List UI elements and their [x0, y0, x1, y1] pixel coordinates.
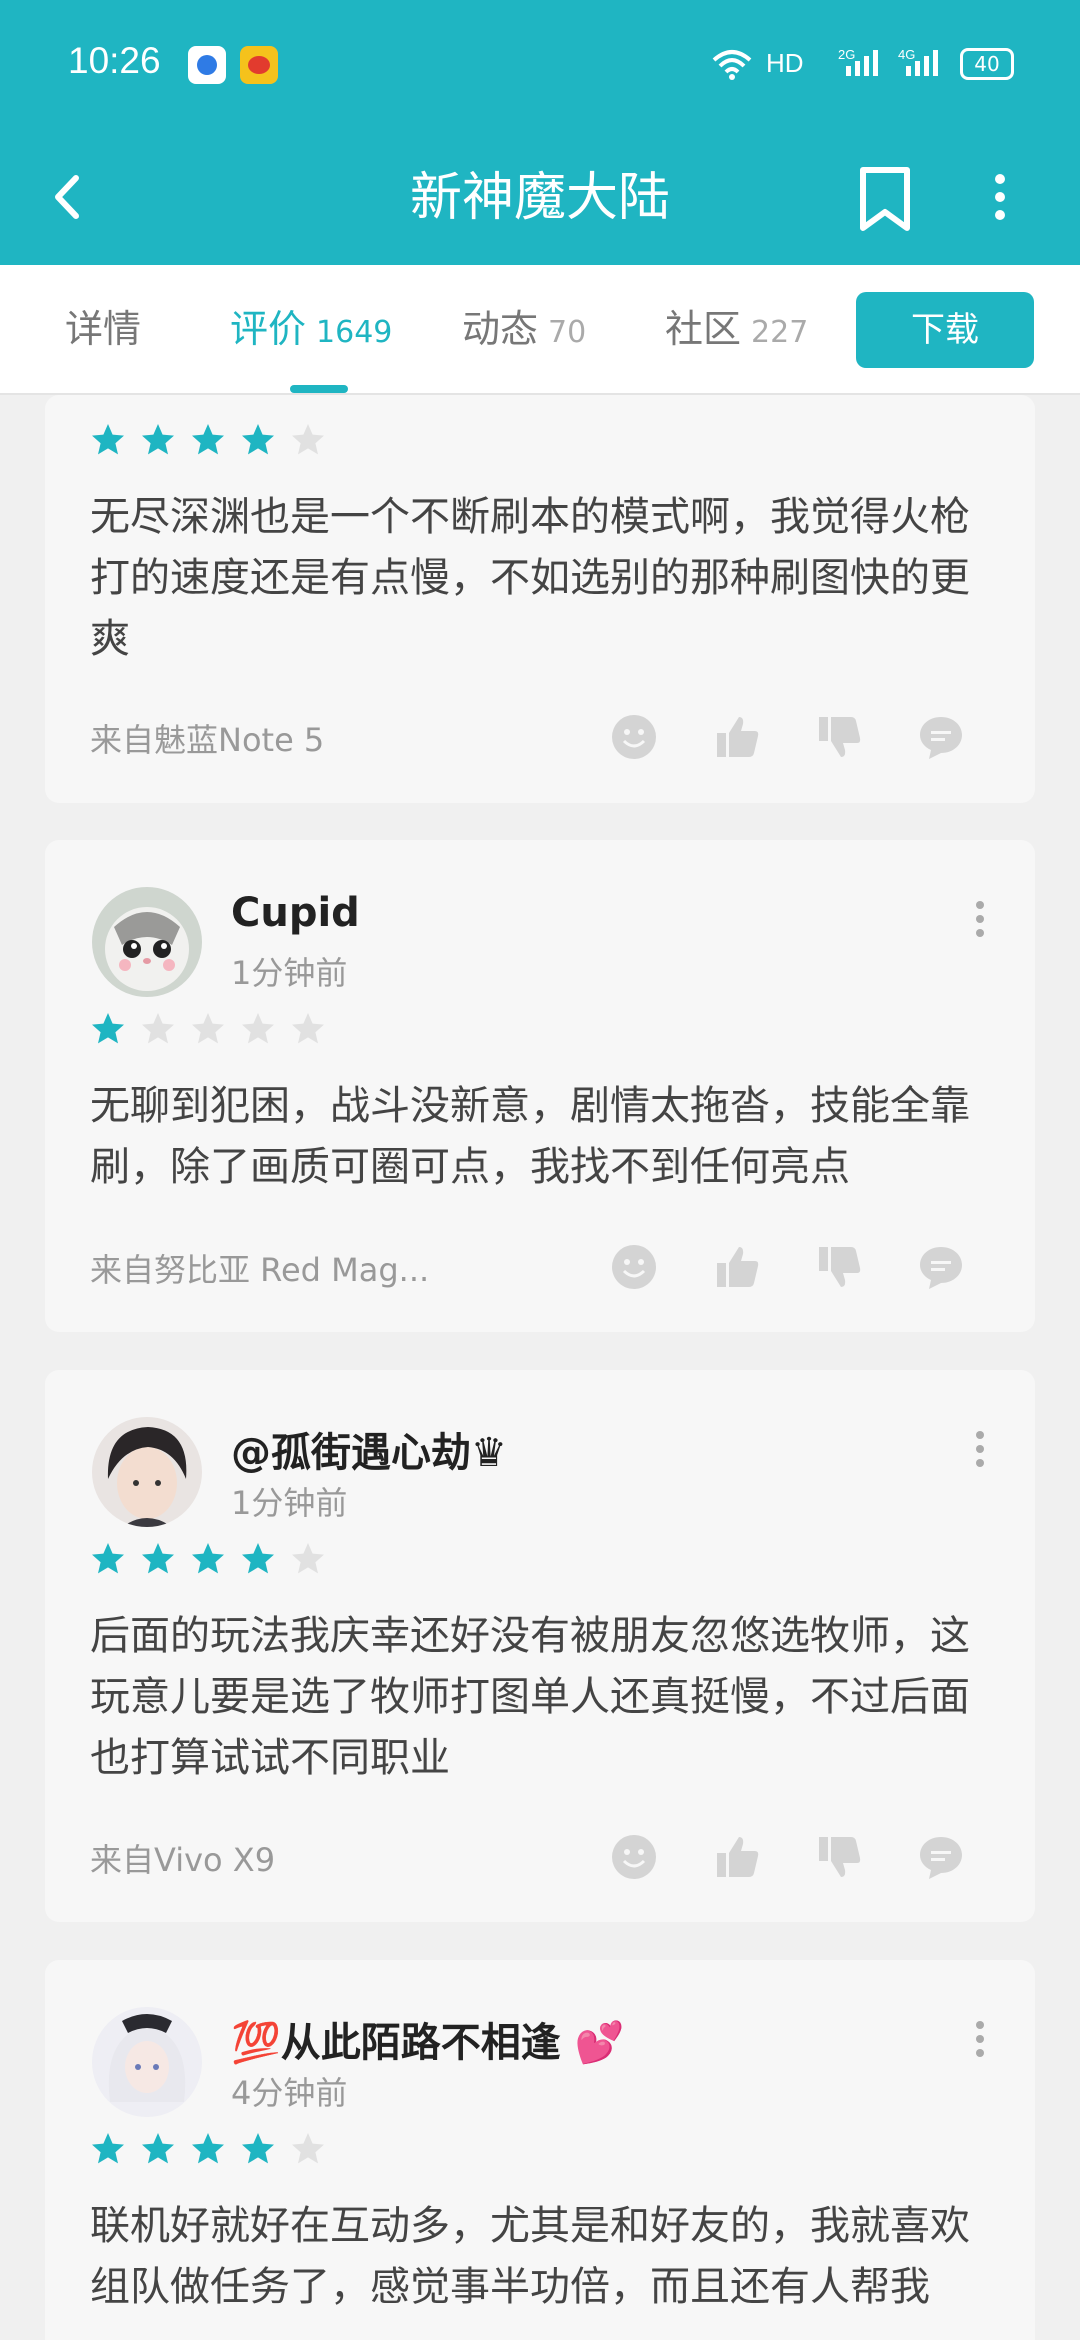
thumbs-up-icon[interactable] [713, 1833, 761, 1881]
tab-indicator [290, 385, 348, 393]
star-filled-icon [142, 424, 174, 455]
notification-app-icon [188, 46, 226, 84]
emoji-react-icon[interactable] [610, 1833, 658, 1881]
tab-bar: 详情 评价 1649 动态 70 社区 227 下载 [0, 265, 1080, 395]
weibo-notification-icon [240, 46, 278, 84]
thumbs-down-icon[interactable] [815, 1243, 863, 1291]
star-empty-icon [192, 1013, 224, 1044]
star-filled-icon [142, 1543, 174, 1574]
review-device: 来自努比亚 Red Mag... [90, 1251, 430, 1289]
reply-icon[interactable] [917, 1243, 965, 1291]
user-avatar[interactable] [92, 2007, 202, 2117]
title-bar: 新神魔大陆 [0, 130, 1080, 265]
review-menu-icon[interactable] [965, 1425, 995, 1475]
review-content: 联机好就好在互动多，尤其是和好友的，我就喜欢组队做任务了，感觉事半功倍，而且还有… [90, 2203, 970, 2310]
tab-count: 1649 [316, 315, 393, 350]
app-header: 10:26 HD 2G 4G 40 新神魔大陆 [0, 0, 1080, 265]
review-device: 来自魅蓝Note 5 [90, 721, 325, 759]
thumbs-down-icon[interactable] [815, 1833, 863, 1881]
review-content: 后面的玩法我庆幸还好没有被朋友忽悠选牧师，这玩意儿要是选了牧师打图单人还真挺慢，… [90, 1613, 970, 1781]
username[interactable]: @孤街遇心劫♛ [231, 1420, 507, 1478]
thumbs-down-icon[interactable] [815, 713, 863, 761]
username[interactable]: 💯从此陌路不相逢 💕 [231, 2010, 625, 2068]
tab-label: 动态 [462, 307, 539, 351]
review-menu-icon[interactable] [965, 895, 995, 945]
review-menu-icon[interactable] [965, 2015, 995, 2065]
star-filled-icon [192, 2133, 224, 2164]
user-avatar[interactable] [92, 887, 202, 997]
thumbs-up-icon[interactable] [713, 1243, 761, 1291]
thumbs-up-icon[interactable] [713, 713, 761, 761]
review-time: 1分钟前 [231, 954, 348, 992]
reply-icon[interactable] [917, 1833, 965, 1881]
star-empty-icon [292, 1013, 324, 1044]
review-card: Cupid 1分钟前 无聊到犯困，战斗没新意，剧情太拖沓，技能全靠刷，除了画质可… [45, 840, 1035, 1332]
page-title: 新神魔大陆 [409, 168, 670, 228]
review-card: 💯从此陌路不相逢 💕 4分钟前 联机好就好在互动多，尤其是和好友的，我就喜欢组队… [45, 1960, 1035, 2340]
star-filled-icon [92, 1543, 124, 1574]
star-empty-icon [292, 424, 324, 455]
tab-label: 详情 [65, 307, 142, 351]
tab-count: 227 [751, 315, 809, 350]
user-avatar[interactable] [92, 1417, 202, 1527]
star-filled-icon [142, 2133, 174, 2164]
wifi-icon [712, 50, 752, 80]
star-filled-icon [242, 1543, 274, 1574]
star-filled-icon [92, 2133, 124, 2164]
star-filled-icon [242, 2133, 274, 2164]
review-device: 来自Vivo X9 [90, 1841, 276, 1879]
emoji-react-icon[interactable] [610, 1243, 658, 1291]
svg-text:4G: 4G [898, 48, 915, 62]
download-button[interactable]: 下载 [856, 292, 1034, 368]
battery-indicator: 40 [960, 48, 1014, 80]
star-empty-icon [242, 1013, 274, 1044]
review-card: @孤街遇心劫♛ 1分钟前 后面的玩法我庆幸还好没有被朋友忽悠选牧师，这玩意儿要是… [45, 1370, 1035, 1922]
review-time: 1分钟前 [231, 1484, 348, 1522]
rating-stars [90, 1011, 340, 1047]
status-time: 10:26 [68, 40, 161, 81]
tab-label: 社区 [665, 307, 742, 351]
tab-reviews[interactable]: 评价 1649 [230, 265, 392, 393]
bookmark-icon[interactable] [855, 152, 915, 242]
review-card: 无尽深渊也是一个不断刷本的模式啊，我觉得火枪打的速度还是有点慢，不如选别的那种刷… [45, 395, 1035, 803]
star-filled-icon [192, 424, 224, 455]
star-filled-icon [242, 424, 274, 455]
hd-indicator: HD [766, 48, 804, 78]
tab-activity[interactable]: 动态 70 [462, 265, 586, 393]
reply-icon[interactable] [917, 713, 965, 761]
star-empty-icon [292, 1543, 324, 1574]
rating-stars [90, 2131, 340, 2167]
review-time: 4分钟前 [231, 2074, 348, 2112]
signal-icon: 2G [838, 48, 878, 76]
svg-text:2G: 2G [838, 48, 855, 62]
username[interactable]: Cupid [231, 890, 360, 936]
rating-stars [90, 422, 340, 458]
tab-count: 70 [548, 315, 587, 350]
review-content: 无聊到犯困，战斗没新意，剧情太拖沓，技能全靠刷，除了画质可圈可点，我找不到任何亮… [90, 1083, 970, 1190]
star-filled-icon [92, 1013, 124, 1044]
tab-details[interactable]: 详情 [65, 265, 141, 393]
emoji-react-icon[interactable] [610, 713, 658, 761]
review-content: 无尽深渊也是一个不断刷本的模式啊，我觉得火枪打的速度还是有点慢，不如选别的那种刷… [90, 494, 970, 662]
tab-community[interactable]: 社区 227 [665, 265, 808, 393]
star-empty-icon [292, 2133, 324, 2164]
rating-stars [90, 1541, 340, 1577]
status-bar: 10:26 HD 2G 4G 40 [0, 0, 1080, 130]
star-empty-icon [142, 1013, 174, 1044]
tab-label: 评价 [230, 307, 307, 351]
star-filled-icon [92, 424, 124, 455]
more-options-icon[interactable] [970, 152, 1030, 242]
star-filled-icon [192, 1543, 224, 1574]
signal-icon-2: 4G [898, 48, 938, 76]
